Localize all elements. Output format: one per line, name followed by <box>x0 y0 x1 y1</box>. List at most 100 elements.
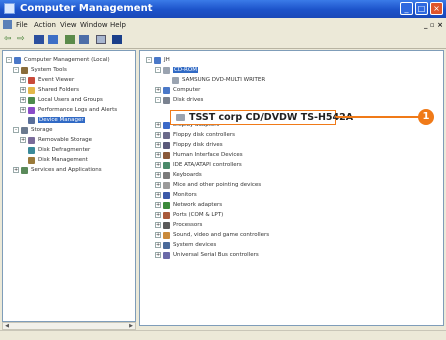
left-tree-item-label: Local Users and Groups <box>38 97 103 103</box>
right-tree-item[interactable]: + Ports (COM & LPT) <box>155 210 223 220</box>
right-tree-item[interactable]: + Floppy disk drives <box>155 140 223 150</box>
right-tree-item[interactable]: + Monitors <box>155 190 197 200</box>
left-tree-item[interactable]: Disk Management <box>20 155 88 165</box>
right-tree-item[interactable]: + Human Interface Devices <box>155 150 243 160</box>
expand-toggle[interactable]: + <box>155 122 161 128</box>
left-tree-item-label: Performance Logs and Alerts <box>38 107 118 113</box>
left-tree-item[interactable]: + Removable Storage <box>20 135 92 145</box>
right-tree-item[interactable]: - CD-ROM <box>155 65 198 75</box>
left-tree-item[interactable]: - Computer Management (Local) <box>6 55 110 65</box>
menu-window[interactable]: Window <box>80 19 108 31</box>
left-tree-item[interactable]: Device Manager <box>20 115 85 125</box>
right-tree-item[interactable]: + Network adapters <box>155 200 222 210</box>
left-tree-item[interactable]: - System Tools <box>13 65 67 75</box>
expand-toggle[interactable]: + <box>155 142 161 148</box>
right-tree-item-label: JH <box>164 57 170 63</box>
event-viewer-icon <box>28 76 35 84</box>
right-tree-item-label: Floppy disk controllers <box>173 132 235 138</box>
collapse-toggle[interactable]: - <box>155 67 161 73</box>
expand-toggle[interactable]: + <box>20 137 26 143</box>
expand-toggle <box>20 117 26 123</box>
right-tree-item[interactable]: + Computer <box>155 85 200 95</box>
expand-toggle[interactable]: + <box>20 97 26 103</box>
collapse-toggle[interactable]: - <box>146 57 152 63</box>
right-tree-item[interactable]: + Processors <box>155 220 202 230</box>
device-icon[interactable] <box>112 35 122 44</box>
expand-toggle[interactable]: + <box>155 152 161 158</box>
left-tree-item[interactable]: + Performance Logs and Alerts <box>20 105 117 115</box>
collapse-toggle[interactable]: - <box>155 97 161 103</box>
close-button[interactable]: × <box>430 2 443 15</box>
right-tree-item[interactable]: + Floppy disk controllers <box>155 130 235 140</box>
expand-toggle[interactable]: + <box>155 232 161 238</box>
back-icon[interactable]: ⇦ <box>4 35 14 44</box>
right-tree-item[interactable]: + Universal Serial Bus controllers <box>155 250 259 260</box>
scroll-right-arrow-icon[interactable]: ▶ <box>127 323 135 329</box>
collapse-toggle[interactable]: - <box>6 57 12 63</box>
left-tree-item[interactable]: + Local Users and Groups <box>20 95 103 105</box>
properties-icon[interactable] <box>65 35 75 44</box>
highlighted-device-row[interactable]: TSST corp CD/DVDW TS-H542A <box>170 110 353 125</box>
expand-toggle[interactable]: + <box>155 252 161 258</box>
menu-bar: File Action View Window Help _ ▫ × <box>0 18 446 32</box>
right-tree-item[interactable]: + Keyboards <box>155 170 202 180</box>
expand-toggle[interactable]: + <box>155 202 161 208</box>
collapse-toggle[interactable]: - <box>13 127 19 133</box>
left-tree-item-label: Device Manager <box>38 117 85 123</box>
right-tree-item[interactable]: + IDE ATA/ATAPI controllers <box>155 160 242 170</box>
help-icon[interactable] <box>96 35 106 44</box>
expand-toggle[interactable]: + <box>20 107 26 113</box>
right-tree-item[interactable]: SAMSUNG DVD-MULTI WRITER <box>164 75 265 85</box>
left-tree-item[interactable]: + Services and Applications <box>13 165 102 175</box>
expand-toggle[interactable]: + <box>155 182 161 188</box>
menu-action[interactable]: Action <box>34 19 56 31</box>
right-tree-item-label: Keyboards <box>173 172 202 178</box>
show-hide-tree-icon[interactable] <box>48 35 58 44</box>
system-menu-icon[interactable] <box>3 20 12 29</box>
expand-toggle[interactable]: + <box>155 162 161 168</box>
up-one-level-icon[interactable] <box>34 35 44 44</box>
expand-toggle[interactable]: + <box>13 167 19 173</box>
expand-toggle[interactable]: + <box>155 87 161 93</box>
port-icon <box>163 211 170 219</box>
folder-icon <box>28 86 35 94</box>
title-bar[interactable]: Computer Management _ □ × <box>0 0 446 18</box>
left-tree-item[interactable]: Disk Defragmenter <box>20 145 90 155</box>
expand-toggle[interactable]: + <box>155 192 161 198</box>
right-tree-item[interactable]: + Sound, video and game controllers <box>155 230 269 240</box>
right-tree-item-label: Computer <box>173 87 201 93</box>
keyboard-icon <box>163 171 170 179</box>
right-tree-item[interactable]: + Mice and other pointing devices <box>155 180 261 190</box>
expand-toggle[interactable]: + <box>155 242 161 248</box>
right-tree-item[interactable]: + System devices <box>155 240 216 250</box>
display-icon <box>163 121 170 129</box>
floppy-icon <box>163 141 170 149</box>
right-tree-item[interactable]: - JH <box>146 55 170 65</box>
expand-toggle[interactable]: + <box>155 132 161 138</box>
mouse-icon <box>163 181 170 189</box>
scroll-left-arrow-icon[interactable]: ◀ <box>3 323 11 329</box>
menu-file[interactable]: File <box>16 19 28 31</box>
menu-help[interactable]: Help <box>110 19 126 31</box>
expand-toggle[interactable]: + <box>155 212 161 218</box>
left-tree-item[interactable]: + Shared Folders <box>20 85 79 95</box>
expand-toggle[interactable]: + <box>155 172 161 178</box>
minimize-button[interactable]: _ <box>400 2 413 15</box>
forward-icon[interactable]: ⇨ <box>17 35 27 44</box>
network-icon <box>163 201 170 209</box>
right-tree-item[interactable]: - Disk drives <box>155 95 203 105</box>
callout-line <box>336 116 420 118</box>
mdi-window-controls[interactable]: _ ▫ × <box>424 19 443 31</box>
left-tree-item[interactable]: - Storage <box>13 125 53 135</box>
expand-toggle[interactable]: + <box>20 87 26 93</box>
computer-icon <box>14 56 21 64</box>
expand-toggle[interactable]: + <box>155 222 161 228</box>
expand-toggle[interactable]: + <box>20 77 26 83</box>
left-horizontal-scrollbar[interactable]: ◀ ▶ <box>2 322 136 330</box>
maximize-button[interactable]: □ <box>415 2 428 15</box>
sound-icon <box>163 231 170 239</box>
collapse-toggle[interactable]: - <box>13 67 19 73</box>
left-tree-item[interactable]: + Event Viewer <box>20 75 74 85</box>
menu-view[interactable]: View <box>60 19 77 31</box>
scan-hardware-icon[interactable] <box>79 35 89 44</box>
